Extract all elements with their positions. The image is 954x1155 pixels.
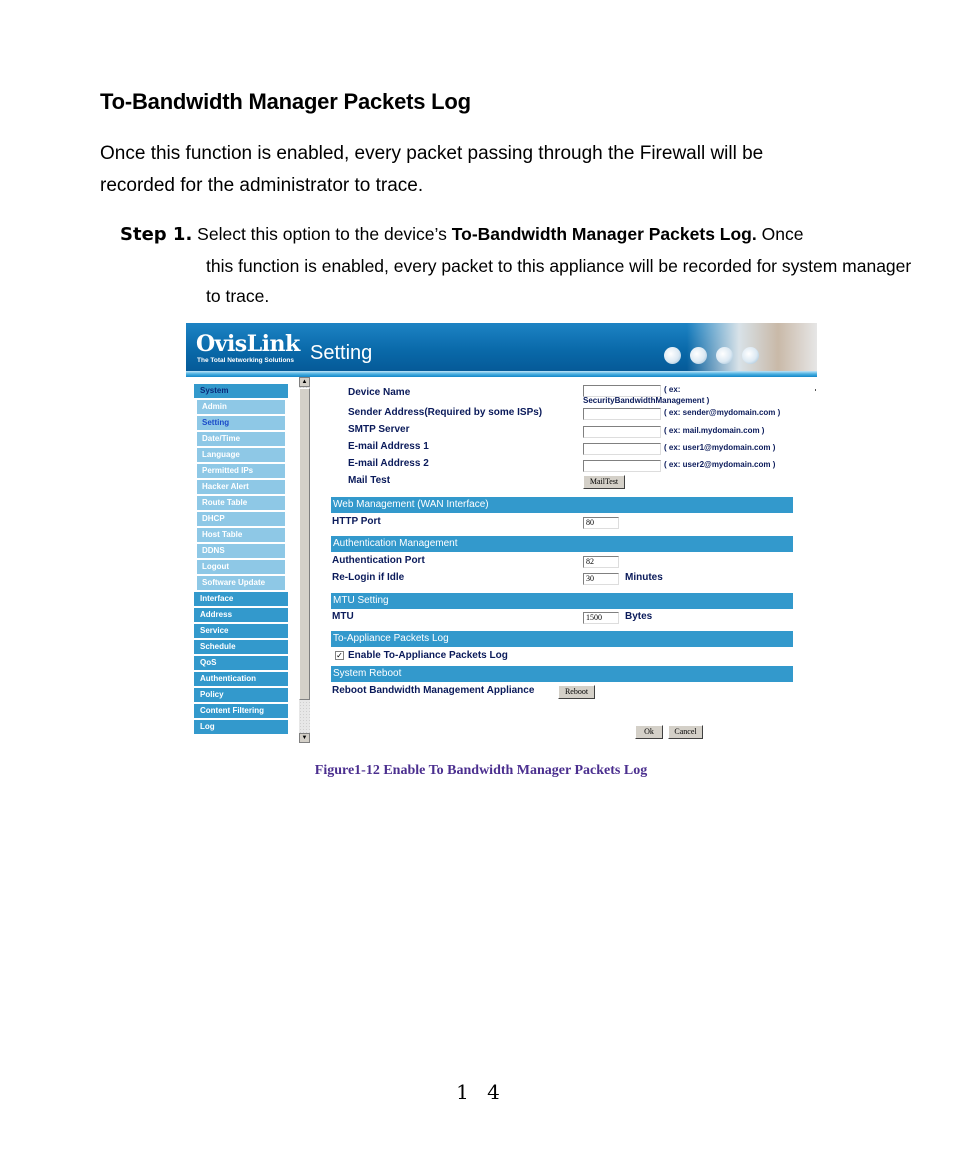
sender-address-hint: ( ex: sender@mydomain.com ): [664, 408, 781, 417]
sidebar-item[interactable]: Schedule: [194, 640, 288, 654]
sidebar-subitem[interactable]: Software Update: [197, 576, 285, 590]
ovislink-logo: OvisLink: [196, 331, 300, 357]
email2-hint: ( ex: user2@mydomain.com ): [664, 460, 776, 469]
sidebar-subitem[interactable]: Permitted IPs: [197, 464, 285, 478]
ui-screenshot: OvisLink The Total Networking Solutions …: [186, 323, 817, 743]
scrollbar-thumb[interactable]: [299, 388, 310, 700]
enable-packets-log-checkbox[interactable]: ✓: [335, 651, 344, 660]
cancel-button[interactable]: Cancel: [668, 725, 703, 739]
scroll-down-icon[interactable]: ▼: [299, 733, 310, 743]
packets-log-row: ✓ Enable To-Appliance Packets Log: [331, 649, 793, 665]
smtp-server-row: SMTP Server ( ex: mail.mydomain.com ): [331, 424, 793, 440]
sender-address-label: Sender Address(Required by some ISPs): [348, 407, 543, 418]
sender-address-input[interactable]: [583, 408, 661, 420]
reboot-label: Reboot Bandwidth Management Appliance: [332, 685, 535, 696]
http-port-input[interactable]: 80: [583, 517, 619, 529]
figure-caption: Figure1-12 Enable To Bandwidth Manager P…: [314, 763, 648, 778]
http-port-label: HTTP Port: [332, 516, 381, 527]
web-management-section: Web Management (WAN Interface): [331, 497, 793, 513]
mail-test-label: Mail Test: [348, 475, 391, 486]
sidebar-nav: System Admin Setting Date/Time Language Perm…: [194, 384, 288, 736]
banner: OvisLink The Total Networking Solutions …: [186, 323, 817, 371]
globe-icon: [664, 347, 681, 364]
http-port-row: HTTP Port 80: [331, 515, 793, 531]
sidebar-subitem[interactable]: Host Table: [197, 528, 285, 542]
device-name-row: Device Name ( ex: SecurityBandwidthManag…: [331, 385, 793, 405]
email1-hint: ( ex: user1@mydomain.com ): [664, 443, 776, 452]
sidebar-item[interactable]: Policy: [194, 688, 288, 702]
relogin-label: Re-Login if Idle: [332, 572, 405, 583]
page-number: 1 4: [456, 1080, 506, 1104]
relogin-unit: Minutes: [625, 572, 663, 583]
sidebar-scrollbar[interactable]: ▲ ▼: [299, 377, 310, 743]
globe-icon: [716, 347, 733, 364]
step-continuation: this function is enabled, every packet t…: [206, 255, 912, 307]
email2-label: E-mail Address 2: [348, 458, 429, 469]
sidebar-subitem[interactable]: DHCP: [197, 512, 285, 526]
mail-test-row: Mail Test MailTest: [331, 475, 793, 491]
auth-port-input[interactable]: 82: [583, 556, 619, 568]
sender-address-row: Sender Address(Required by some ISPs) ( …: [331, 407, 793, 423]
sidebar-item[interactable]: QoS: [194, 656, 288, 670]
globe-icon: [742, 347, 759, 364]
relogin-row: Re-Login if Idle 30 Minutes: [331, 571, 793, 587]
sidebar-subitem[interactable]: Setting: [197, 416, 285, 430]
mtu-row: MTU 1500 Bytes: [331, 610, 793, 626]
sidebar-item[interactable]: Service: [194, 624, 288, 638]
intro-paragraph: Once this function is enabled, every pac…: [100, 143, 764, 196]
banner-title: Setting: [310, 342, 373, 364]
smtp-server-input[interactable]: [583, 426, 661, 438]
logo-tagline: The Total Networking Solutions: [197, 357, 295, 364]
sidebar-subitem[interactable]: Hacker Alert: [197, 480, 285, 494]
sidebar-item[interactable]: Log: [194, 720, 288, 734]
auth-port-label: Authentication Port: [332, 555, 425, 566]
auth-port-row: Authentication Port 82: [331, 554, 793, 570]
smtp-server-hint: ( ex: mail.mydomain.com ): [664, 426, 765, 435]
authentication-section: Authentication Management: [331, 536, 793, 552]
sidebar-subitem[interactable]: Logout: [197, 560, 285, 574]
mtu-unit: Bytes: [625, 611, 653, 622]
mtu-section: MTU Setting: [331, 593, 793, 609]
reboot-button[interactable]: Reboot: [558, 685, 595, 699]
globe-icon: [690, 347, 707, 364]
section-heading: To-Bandwidth Manager Packets Log: [100, 89, 471, 114]
email1-label: E-mail Address 1: [348, 441, 429, 452]
email1-row: E-mail Address 1 ( ex: user1@mydomain.co…: [331, 441, 793, 457]
ok-button[interactable]: Ok: [635, 725, 663, 739]
sidebar-subitem[interactable]: Date/Time: [197, 432, 285, 446]
system-reboot-section: System Reboot: [331, 666, 793, 682]
sidebar-item[interactable]: Authentication: [194, 672, 288, 686]
step-text-bold: To-Bandwidth Manager Packets Log.: [451, 224, 757, 244]
packets-log-section: To-Appliance Packets Log: [331, 631, 793, 647]
sidebar-item[interactable]: Address: [194, 608, 288, 622]
email2-row: E-mail Address 2 ( ex: user2@mydomain.co…: [331, 458, 793, 474]
sidebar-item[interactable]: Interface: [194, 592, 288, 606]
device-name-label: Device Name: [348, 387, 411, 398]
reboot-row: Reboot Bandwidth Management Appliance Re…: [331, 684, 793, 700]
device-name-hint-1: ( ex:: [664, 385, 681, 394]
step-text: Select this option to the device’s To-Ba…: [197, 224, 803, 244]
mtu-input[interactable]: 1500: [583, 612, 619, 624]
step-1: Step 1. Select this option to the device…: [120, 219, 920, 312]
email1-input[interactable]: [583, 443, 661, 455]
sidebar-subitem[interactable]: Route Table: [197, 496, 285, 510]
device-name-hint-2: SecurityBandwidthManagement ): [583, 396, 710, 405]
sidebar-subitem[interactable]: DDNS: [197, 544, 285, 558]
mail-test-button[interactable]: MailTest: [583, 475, 625, 489]
right-edge-marker: [815, 389, 816, 391]
relogin-input[interactable]: 30: [583, 573, 619, 585]
step-text-after: Once: [756, 224, 804, 244]
sidebar-subitem[interactable]: Admin: [197, 400, 285, 414]
step-label: Step 1.: [120, 224, 193, 245]
email2-input[interactable]: [583, 460, 661, 472]
sidebar-item-system[interactable]: System: [194, 384, 288, 398]
step-text-before: Select this option to the device’s: [197, 224, 452, 244]
sidebar-subitem[interactable]: Language: [197, 448, 285, 462]
scroll-up-icon[interactable]: ▲: [299, 377, 310, 387]
mtu-label: MTU: [332, 611, 354, 622]
enable-packets-log-label: Enable To-Appliance Packets Log: [348, 650, 508, 661]
banner-stripe: [186, 371, 817, 377]
smtp-server-label: SMTP Server: [348, 424, 410, 435]
sidebar-item[interactable]: Content Filtering: [194, 704, 288, 718]
